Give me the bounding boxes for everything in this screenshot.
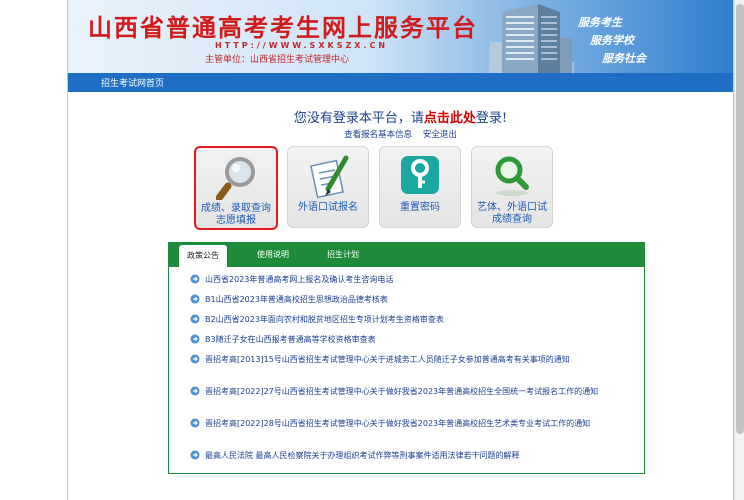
tile-label-line1: 外语口试报名 xyxy=(298,202,358,213)
arrow-circle-icon xyxy=(190,314,200,324)
tile-label: 外语口试报名 xyxy=(288,202,368,214)
list-item[interactable]: 晋招考高[2022]28号山西省招生考试管理中心关于做好我省2023年普通高校招… xyxy=(190,417,625,430)
magnifier-icon xyxy=(216,157,255,200)
slogan-2: 服务学校 xyxy=(590,34,634,47)
building-icon xyxy=(488,4,574,73)
login-link[interactable]: 点击此处 xyxy=(424,111,476,126)
tile-score-admission-query[interactable]: 成绩、录取查询 志愿填报 xyxy=(194,146,278,230)
document-pen-icon xyxy=(310,155,349,199)
key-icon xyxy=(401,156,439,194)
arrow-circle-icon xyxy=(190,274,200,284)
news-title: 晋招考高[2022]28号山西省招生考试管理中心关于做好我省2023年普通高校招… xyxy=(205,419,591,428)
tile-reset-password[interactable]: 重置密码 xyxy=(379,146,461,228)
list-item[interactable]: B3随迁子女在山西报考普通高等学校资格审查表 xyxy=(190,333,625,346)
news-title: B3随迁子女在山西报考普通高等学校资格审查表 xyxy=(205,335,376,344)
arrow-circle-icon xyxy=(190,334,200,344)
vertical-scrollbar[interactable] xyxy=(734,0,744,500)
news-title: B1山西省2023年普通高校招生思想政治品德考核表 xyxy=(205,295,388,304)
logout-link[interactable]: 安全退出 xyxy=(423,130,457,140)
list-item[interactable]: B2山西省2023年面向农村和脱贫地区招生专项计划考生资格审查表 xyxy=(190,313,625,326)
arrow-circle-icon xyxy=(190,450,200,460)
news-title: 山西省2023年普通高考网上报名及确认考生咨询电话 xyxy=(205,275,394,284)
login-notice: 您没有登录本平台，请点击此处登录! xyxy=(68,107,733,126)
arrow-circle-icon xyxy=(190,386,200,396)
news-title: B2山西省2023年面向农村和脱贫地区招生专项计划考生资格审查表 xyxy=(205,315,444,324)
tile-art-oral-score-query[interactable]: 艺体、外语口试 成绩查询 xyxy=(471,146,553,228)
search-icon xyxy=(495,156,529,196)
sponsor-text: 主管单位：山西省招生考试管理中心 xyxy=(205,55,350,65)
tab-enrollment-plan[interactable]: 招生计划 xyxy=(327,249,359,260)
nav-bar: 招生考试网首页 xyxy=(68,73,733,92)
tile-oral-exam-registration[interactable]: 外语口试报名 xyxy=(287,146,369,228)
slogan-1: 服务考生 xyxy=(578,16,622,29)
view-basic-info-link[interactable]: 查看报名基本信息 xyxy=(344,130,412,140)
news-title: 晋招考高[2013]15号山西省招生考试管理中心关于进城务工人员随迁子女参加普通… xyxy=(205,355,570,364)
tab-user-guide[interactable]: 使用说明 xyxy=(257,249,289,260)
tile-label-line2: 志愿填报 xyxy=(216,215,256,226)
page-container: 山西省普通高考考生网上服务平台 HTTP://WWW.SXKSZX.CN 主管单… xyxy=(67,0,734,500)
tile-label-line2: 成绩查询 xyxy=(492,214,532,225)
site-url: HTTP://WWW.SXKSZX.CN xyxy=(215,41,389,50)
tile-label-line1: 成绩、录取查询 xyxy=(201,203,271,214)
list-item[interactable]: B1山西省2023年普通高校招生思想政治品德考核表 xyxy=(190,293,625,306)
arrow-circle-icon xyxy=(190,354,200,364)
slogan-3: 服务社会 xyxy=(602,52,646,65)
notice-panel: 政策公告 使用说明 招生计划 山西省2023年普通高考网上报名及确认考生咨询电话… xyxy=(168,242,645,474)
tab-bar: 政策公告 使用说明 招生计划 xyxy=(169,243,644,267)
header-banner: 山西省普通高考考生网上服务平台 HTTP://WWW.SXKSZX.CN 主管单… xyxy=(68,0,733,73)
tab-policy-notice[interactable]: 政策公告 xyxy=(179,245,227,267)
home-link[interactable]: 招生考试网首页 xyxy=(101,76,164,89)
tile-label-line1: 艺体、外语口试 xyxy=(477,202,547,213)
arrow-circle-icon xyxy=(190,418,200,428)
tile-label: 成绩、录取查询 志愿填报 xyxy=(196,203,276,227)
tile-label: 重置密码 xyxy=(380,202,460,214)
site-title: 山西省普通高考考生网上服务平台 xyxy=(88,13,478,42)
news-title: 最高人民法院 最高人民检察院关于办理组织考试作弊等刑事案件适用法律若干问题的解释 xyxy=(205,451,520,460)
list-item[interactable]: 晋招考高[2013]15号山西省招生考试管理中心关于进城务工人员随迁子女参加普通… xyxy=(190,353,625,366)
list-item[interactable]: 山西省2023年普通高考网上报名及确认考生咨询电话 xyxy=(190,273,625,286)
scrollbar-thumb[interactable] xyxy=(736,4,744,434)
news-title: 晋招考高[2022]27号山西省招生考试管理中心关于做好我省2023年普通高校招… xyxy=(205,387,599,396)
tile-label-line1: 重置密码 xyxy=(400,202,440,213)
sub-links: 查看报名基本信息 安全退出 xyxy=(68,128,733,140)
arrow-circle-icon xyxy=(190,294,200,304)
tile-label: 艺体、外语口试 成绩查询 xyxy=(472,202,552,226)
list-item[interactable]: 最高人民法院 最高人民检察院关于办理组织考试作弊等刑事案件适用法律若干问题的解释 xyxy=(190,449,625,462)
login-notice-before: 您没有登录本平台，请 xyxy=(293,111,424,126)
list-item[interactable]: 晋招考高[2022]27号山西省招生考试管理中心关于做好我省2023年普通高校招… xyxy=(190,385,625,398)
login-notice-after: 登录! xyxy=(475,111,508,126)
